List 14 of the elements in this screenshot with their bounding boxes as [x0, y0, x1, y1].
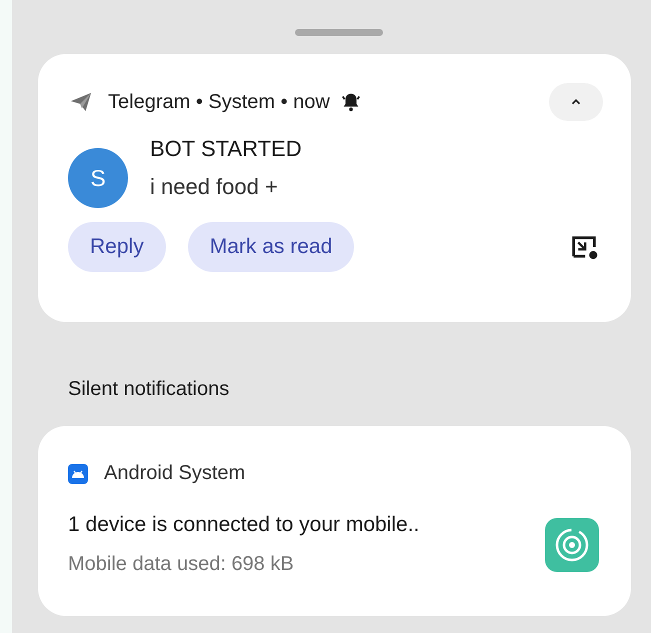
message-title: BOT STARTED	[150, 136, 302, 162]
drag-handle[interactable]	[294, 29, 382, 36]
android-icon	[68, 464, 88, 484]
notification-header: Telegram • System • now	[108, 90, 330, 114]
notification-text: Mobile data used: 698 kB	[68, 553, 295, 576]
target-icon	[545, 518, 599, 572]
action-button[interactable]: Mark as read	[188, 222, 354, 272]
action-button[interactable]: Reply	[68, 222, 166, 272]
avatar: S	[68, 148, 128, 208]
notification-title: 1 device is connected to your mobile..	[68, 513, 420, 537]
section-header: Silent notifications	[68, 378, 230, 402]
message-text: i need food +	[150, 174, 279, 200]
collapse-button[interactable]	[549, 83, 603, 121]
app-name: Android System	[104, 462, 246, 485]
